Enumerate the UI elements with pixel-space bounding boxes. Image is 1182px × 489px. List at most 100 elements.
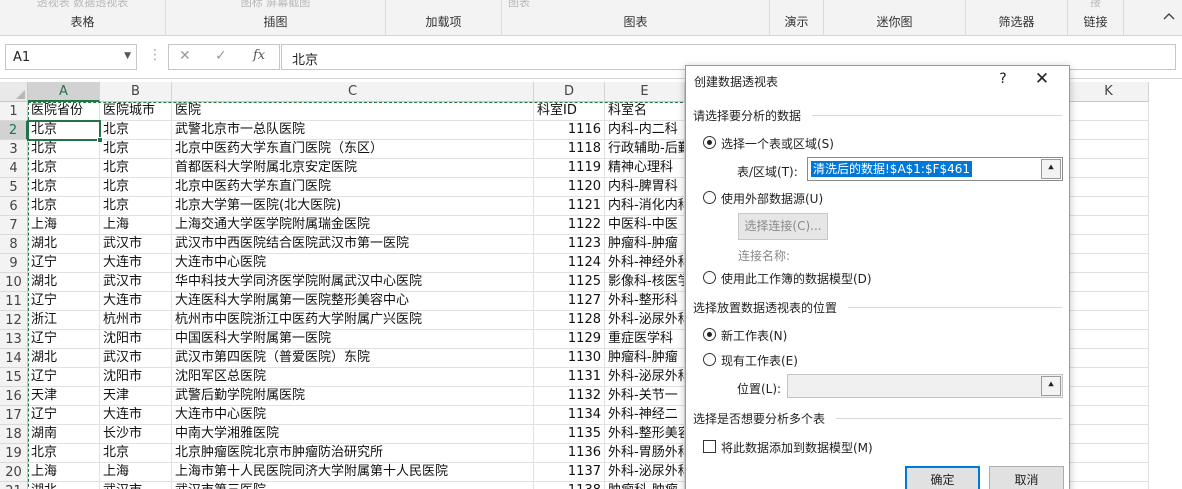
- table-cell[interactable]: 肿瘤科-肿瘤: [605, 349, 685, 368]
- row-header[interactable]: 4: [0, 159, 28, 178]
- table-cell[interactable]: [1069, 444, 1149, 463]
- ribbon-group-addins-commands[interactable]: [392, 0, 495, 8]
- table-cell[interactable]: 北京: [28, 159, 100, 178]
- ribbon-group-tables-commands[interactable]: 透视表 数据透视表: [6, 0, 159, 8]
- ribbon-group-sparklines[interactable]: 迷你图: [824, 0, 966, 36]
- chevron-up-icon[interactable]: [1162, 10, 1176, 24]
- table-cell[interactable]: 1122: [534, 216, 605, 235]
- table-cell[interactable]: 北京中医药大学东直门医院: [172, 178, 534, 197]
- table-cell[interactable]: [1069, 368, 1149, 387]
- select-all-corner[interactable]: [0, 82, 28, 102]
- radio-data-model[interactable]: [703, 271, 716, 284]
- table-cell[interactable]: 外科-泌尿外科: [605, 463, 685, 482]
- table-cell[interactable]: [1069, 406, 1149, 425]
- name-box[interactable]: A1 ▼: [5, 44, 137, 70]
- table-cell[interactable]: 湖北: [28, 273, 100, 292]
- ribbon-group-tours-commands[interactable]: [776, 0, 817, 8]
- add-to-data-model-label[interactable]: 将此数据添加到数据模型(M): [721, 439, 873, 456]
- table-cell[interactable]: 行政辅助-后勤: [605, 140, 685, 159]
- row-header[interactable]: 5: [0, 178, 28, 197]
- header-cell[interactable]: 科室ID: [534, 102, 605, 121]
- table-cell[interactable]: [1069, 140, 1149, 159]
- table-cell[interactable]: 1127: [534, 292, 605, 311]
- ribbon-group-links[interactable]: 接 链接: [1068, 0, 1124, 36]
- table-cell[interactable]: 上海市第十人民医院同济大学附属第十人民医院: [172, 463, 534, 482]
- table-cell[interactable]: 上海: [100, 463, 172, 482]
- table-cell[interactable]: 浙江: [28, 311, 100, 330]
- table-cell[interactable]: 北京: [28, 178, 100, 197]
- table-cell[interactable]: 北京: [28, 121, 100, 140]
- table-cell[interactable]: 1129: [534, 330, 605, 349]
- table-cell[interactable]: 中国医科大学附属第一医院: [172, 330, 534, 349]
- table-cell[interactable]: 沈阳市: [100, 368, 172, 387]
- row-header[interactable]: 9: [0, 254, 28, 273]
- table-cell[interactable]: 上海: [28, 216, 100, 235]
- header-cell[interactable]: 医院: [172, 102, 534, 121]
- table-cell[interactable]: 辽宁: [28, 292, 100, 311]
- table-cell[interactable]: 1121: [534, 197, 605, 216]
- table-cell[interactable]: 北京: [100, 159, 172, 178]
- table-cell[interactable]: 1123: [534, 235, 605, 254]
- radio-select-range-label[interactable]: 选择一个表或区域(S): [721, 135, 834, 152]
- table-cell[interactable]: 1138: [534, 482, 605, 489]
- table-cell[interactable]: 华中科技大学同济医学院附属武汉中心医院: [172, 273, 534, 292]
- row-header[interactable]: 17: [0, 406, 28, 425]
- cancel-button[interactable]: 取消: [989, 466, 1064, 489]
- radio-new-worksheet-label[interactable]: 新工作表(N): [721, 327, 787, 344]
- table-cell[interactable]: 上海交通大学医学院附属瑞金医院: [172, 216, 534, 235]
- ribbon-group-filters[interactable]: 筛选器: [966, 0, 1068, 36]
- table-cell[interactable]: 北京: [28, 197, 100, 216]
- table-cell[interactable]: 北京: [100, 178, 172, 197]
- table-cell[interactable]: [1069, 463, 1149, 482]
- table-cell[interactable]: 大连市中心医院: [172, 406, 534, 425]
- ribbon-group-charts[interactable]: 图表 图表: [502, 0, 770, 36]
- table-cell[interactable]: 北京: [100, 121, 172, 140]
- table-cell[interactable]: [1069, 159, 1149, 178]
- row-header[interactable]: 10: [0, 273, 28, 292]
- table-cell[interactable]: 辽宁: [28, 254, 100, 273]
- table-cell[interactable]: 外科-神经外科: [605, 254, 685, 273]
- table-cell[interactable]: 大连市: [100, 292, 172, 311]
- row-header[interactable]: 11: [0, 292, 28, 311]
- table-cell[interactable]: 武汉市: [100, 482, 172, 489]
- more-options-icon[interactable]: ⋮: [148, 47, 162, 63]
- row-header[interactable]: 2: [0, 121, 28, 140]
- cancel-icon[interactable]: ✕: [179, 48, 191, 64]
- table-cell[interactable]: 1119: [534, 159, 605, 178]
- table-cell[interactable]: 大连市中心医院: [172, 254, 534, 273]
- radio-external-source-label[interactable]: 使用外部数据源(U): [721, 190, 823, 207]
- table-cell[interactable]: 外科-神经二: [605, 406, 685, 425]
- row-header[interactable]: 18: [0, 425, 28, 444]
- table-cell[interactable]: 北京: [28, 444, 100, 463]
- table-cell[interactable]: 1128: [534, 311, 605, 330]
- table-cell[interactable]: 首都医科大学附属北京安定医院: [172, 159, 534, 178]
- table-cell[interactable]: 湖北: [28, 235, 100, 254]
- table-cell[interactable]: 重症医学科: [605, 330, 685, 349]
- table-cell[interactable]: 武汉市第四医院（普爱医院）东院: [172, 349, 534, 368]
- row-header[interactable]: 8: [0, 235, 28, 254]
- table-cell[interactable]: 杭州市中医院浙江中医药大学附属广兴医院: [172, 311, 534, 330]
- table-cell[interactable]: [1069, 254, 1149, 273]
- row-header[interactable]: 13: [0, 330, 28, 349]
- table-cell[interactable]: 武汉市中西医院结合医院武汉市第一医院: [172, 235, 534, 254]
- table-cell[interactable]: 1124: [534, 254, 605, 273]
- table-cell[interactable]: [1069, 235, 1149, 254]
- help-icon[interactable]: ?: [995, 71, 1011, 87]
- row-header[interactable]: 15: [0, 368, 28, 387]
- enter-icon[interactable]: ✓: [215, 48, 227, 64]
- table-cell[interactable]: [1069, 292, 1149, 311]
- header-cell[interactable]: 医院城市: [100, 102, 172, 121]
- table-cell[interactable]: 辽宁: [28, 330, 100, 349]
- table-cell[interactable]: [1069, 349, 1149, 368]
- header-cell[interactable]: 科室名: [605, 102, 685, 121]
- table-cell[interactable]: 1136: [534, 444, 605, 463]
- table-cell[interactable]: 精神心理科: [605, 159, 685, 178]
- table-cell[interactable]: [1069, 197, 1149, 216]
- table-cell[interactable]: 外科-泌尿外科: [605, 368, 685, 387]
- table-cell[interactable]: 辽宁: [28, 406, 100, 425]
- table-cell[interactable]: 外科-整形科: [605, 292, 685, 311]
- table-cell[interactable]: 1132: [534, 387, 605, 406]
- radio-data-model-label[interactable]: 使用此工作簿的数据模型(D): [721, 270, 872, 287]
- column-header-d[interactable]: D: [534, 82, 605, 102]
- table-cell[interactable]: 武警后勤学院附属医院: [172, 387, 534, 406]
